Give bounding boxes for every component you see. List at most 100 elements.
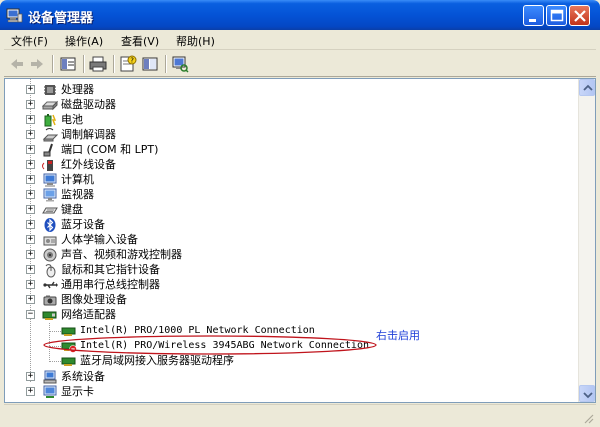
expand-toggle[interactable]: +: [26, 190, 35, 199]
usb-icon: [43, 281, 58, 289]
imaging-icon: [43, 295, 57, 306]
sound-icon: [43, 248, 57, 262]
disk-drive-icon: [42, 100, 58, 111]
expand-toggle[interactable]: +: [26, 160, 35, 169]
scan-hardware-button[interactable]: [170, 54, 190, 74]
scroll-down-button[interactable]: [579, 385, 595, 402]
collapse-toggle[interactable]: −: [26, 310, 35, 319]
vertical-scrollbar[interactable]: [578, 79, 595, 402]
computer-icon: [43, 173, 57, 187]
menu-bar: 文件(F) 操作(A) 查看(V) 帮助(H): [4, 30, 596, 50]
tree-item-infrared[interactable]: + 红外线设备: [5, 157, 575, 173]
annotation-right-click-enable: 右击启用: [376, 329, 420, 342]
infrared-icon: [42, 160, 53, 171]
tree-item-ports[interactable]: + 端口 (COM 和 LPT): [5, 142, 575, 158]
expand-toggle[interactable]: +: [26, 295, 35, 304]
tree-item-usb[interactable]: + 通用串行总线控制器: [5, 277, 575, 293]
port-icon: [43, 143, 53, 157]
tree-item-sound[interactable]: + 声音、视频和游戏控制器: [5, 247, 575, 263]
maximize-button[interactable]: [546, 5, 567, 26]
tree-item-disk-drives[interactable]: + 磁盘驱动器: [5, 97, 575, 113]
expand-toggle[interactable]: +: [26, 265, 35, 274]
display-adapter-icon: [43, 385, 57, 398]
tree-item-label: 红外线设备: [61, 158, 116, 171]
maximize-icon: [550, 9, 564, 22]
expand-toggle[interactable]: +: [26, 220, 35, 229]
tree-item-bluetooth[interactable]: + 蓝牙设备: [5, 217, 575, 233]
keyboard-icon: [42, 207, 58, 214]
tree-item-monitors[interactable]: + 监视器: [5, 187, 575, 203]
arrow-up-icon: [583, 84, 593, 91]
properties-button[interactable]: ?: [118, 54, 138, 74]
tree-item-modems[interactable]: + 调制解调器: [5, 127, 575, 143]
tree-item-label: 键盘: [61, 203, 83, 216]
view-button[interactable]: [140, 54, 160, 74]
close-icon: [574, 10, 586, 22]
tree-item-label: 通用串行总线控制器: [61, 278, 160, 291]
tree-item-label: 计算机: [61, 173, 94, 186]
back-arrow-icon: [11, 59, 23, 69]
print-button[interactable]: [88, 54, 108, 74]
expand-toggle[interactable]: +: [26, 387, 35, 396]
tree-item-label: 蓝牙设备: [61, 218, 105, 231]
bluetooth-icon: [44, 218, 56, 232]
battery-icon: [44, 114, 57, 127]
mouse-icon: [45, 264, 56, 278]
arrow-down-icon: [583, 392, 593, 399]
expand-toggle[interactable]: +: [26, 100, 35, 109]
close-button[interactable]: [569, 5, 590, 26]
printer-icon: [89, 56, 107, 72]
tree-item-label: 端口 (COM 和 LPT): [61, 143, 159, 156]
tree-item-mouse[interactable]: + 鼠标和其它指针设备: [5, 262, 575, 278]
tree-item-system-devices[interactable]: + 系统设备: [5, 369, 575, 385]
hid-icon: [43, 236, 57, 246]
menu-action[interactable]: 操作(A): [65, 33, 103, 49]
properties-pane-icon: [60, 57, 76, 71]
menu-file[interactable]: 文件(F): [11, 33, 48, 49]
menu-help[interactable]: 帮助(H): [176, 33, 215, 49]
expand-toggle[interactable]: +: [26, 85, 35, 94]
back-button[interactable]: [7, 54, 27, 74]
minimize-button[interactable]: [523, 5, 544, 26]
expand-toggle[interactable]: +: [26, 175, 35, 184]
forward-button[interactable]: [27, 54, 47, 74]
title-bar[interactable]: 设备管理器: [0, 0, 600, 30]
tree-item-label: 声音、视频和游戏控制器: [61, 248, 182, 261]
minimize-icon: [529, 19, 536, 22]
expand-toggle[interactable]: +: [26, 235, 35, 244]
resize-grip-icon[interactable]: [582, 412, 594, 424]
tree-item-network-adapters[interactable]: − 网络适配器: [5, 307, 575, 323]
tree-item-label: 监视器: [61, 188, 94, 201]
expand-toggle[interactable]: +: [26, 115, 35, 124]
tree-item-label: 鼠标和其它指针设备: [61, 263, 160, 276]
expand-toggle[interactable]: +: [26, 372, 35, 381]
tree-item-display-adapters[interactable]: + 显示卡: [5, 384, 575, 400]
scroll-up-button[interactable]: [579, 79, 595, 96]
svg-text:?: ?: [130, 57, 134, 65]
expand-toggle[interactable]: +: [26, 250, 35, 259]
expand-toggle[interactable]: +: [26, 280, 35, 289]
tree-item-battery[interactable]: + 电池: [5, 112, 575, 128]
highlight-ellipse: [43, 335, 377, 355]
view-toggle-icon: [142, 57, 158, 71]
expand-toggle[interactable]: +: [26, 130, 35, 139]
tree-item-keyboards[interactable]: + 键盘: [5, 202, 575, 218]
tree-item-label: 网络适配器: [61, 308, 116, 321]
expand-toggle[interactable]: +: [26, 145, 35, 154]
tree-item-label: 磁盘驱动器: [61, 98, 116, 111]
tree-item-label: 调制解调器: [61, 128, 116, 141]
help-properties-icon: ?: [120, 55, 137, 72]
tree-item-processor[interactable]: + 处理器: [5, 82, 575, 98]
system-device-icon: [43, 370, 57, 384]
menu-view[interactable]: 查看(V): [121, 33, 159, 49]
show-hide-tree-button[interactable]: [58, 54, 78, 74]
expand-toggle[interactable]: +: [26, 205, 35, 214]
device-manager-icon: [6, 8, 23, 23]
tree-item-computer[interactable]: + 计算机: [5, 172, 575, 188]
tree-item-label: 图像处理设备: [61, 293, 127, 306]
tree-item-label: 电池: [61, 113, 83, 126]
forward-arrow-icon: [31, 59, 43, 69]
tree-item-imaging[interactable]: + 图像处理设备: [5, 292, 575, 308]
tree-item-hid[interactable]: + 人体学输入设备: [5, 232, 575, 248]
scan-hardware-icon: [172, 56, 189, 73]
